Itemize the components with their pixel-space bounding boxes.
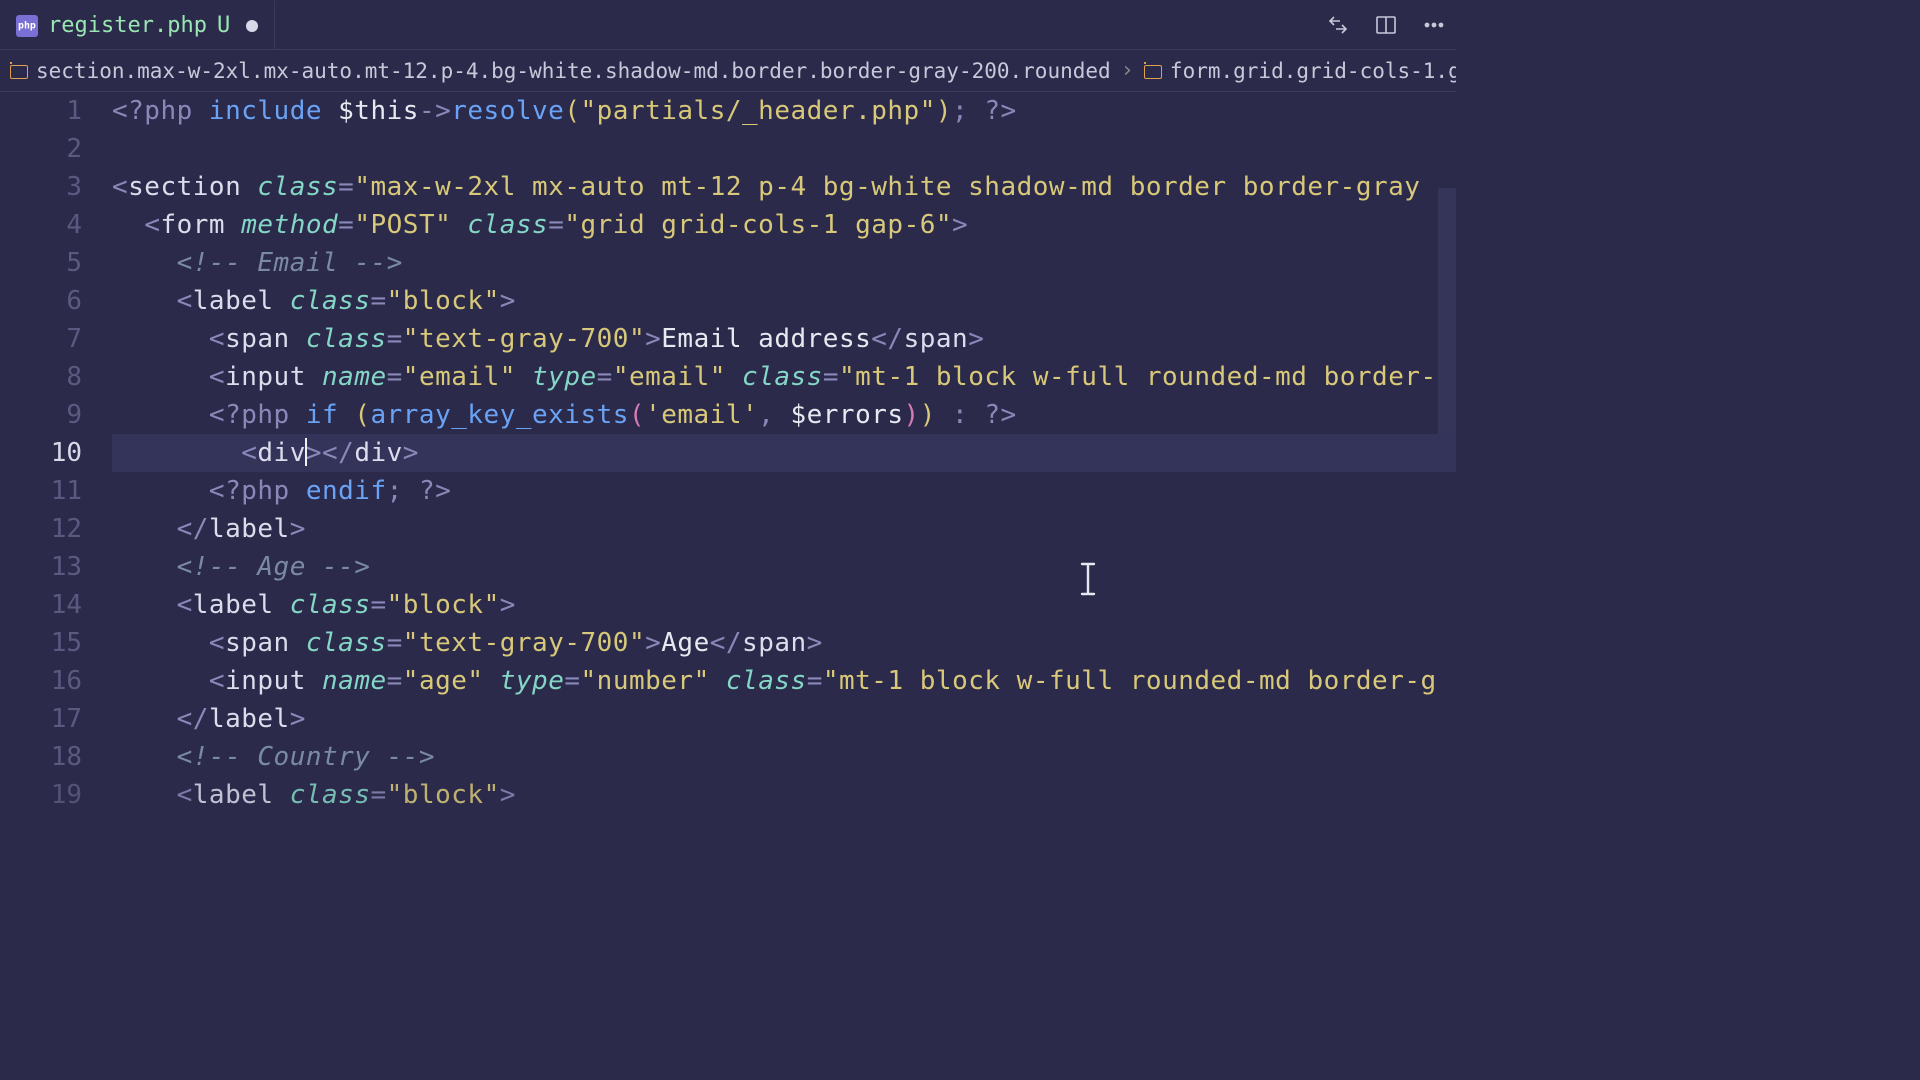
line-number: 19	[0, 780, 112, 810]
code-line[interactable]: 6 <label class="block">	[0, 282, 1456, 320]
breadcrumb-label: section.max-w-2xl.mx-auto.mt-12.p-4.bg-w…	[36, 59, 1111, 83]
line-number: 16	[0, 666, 112, 696]
line-number: 4	[0, 210, 112, 240]
line-number: 18	[0, 742, 112, 772]
title-actions	[1324, 11, 1448, 39]
line-number: 11	[0, 476, 112, 506]
breadcrumb-item[interactable]: section.max-w-2xl.mx-auto.mt-12.p-4.bg-w…	[10, 59, 1111, 83]
line-number: 12	[0, 514, 112, 544]
line-number: 13	[0, 552, 112, 582]
breadcrumb-label: form.grid.grid-cols-1.gap-6	[1170, 59, 1456, 83]
code-line[interactable]: 12 </label>	[0, 510, 1456, 548]
text-cursor	[305, 438, 307, 466]
code-line[interactable]: 19 <label class="block">	[0, 776, 1456, 814]
line-number: 1	[0, 96, 112, 126]
chevron-right-icon: ›	[1121, 58, 1134, 83]
line-number: 14	[0, 590, 112, 620]
editor-tab[interactable]: register.php U	[0, 0, 275, 49]
code-line[interactable]: 2	[0, 130, 1456, 168]
split-editor-icon[interactable]	[1372, 11, 1400, 39]
breadcrumbs[interactable]: section.max-w-2xl.mx-auto.mt-12.p-4.bg-w…	[0, 50, 1456, 92]
line-number: 2	[0, 134, 112, 164]
tab-git-status: U	[217, 13, 230, 38]
more-icon[interactable]	[1420, 11, 1448, 39]
symbol-field-icon	[1144, 62, 1162, 80]
php-file-icon	[16, 15, 38, 37]
code-line[interactable]: 9 <?php if (array_key_exists('email', $e…	[0, 396, 1456, 434]
code-line[interactable]: 14 <label class="block">	[0, 586, 1456, 624]
code-line[interactable]: 17 </label>	[0, 700, 1456, 738]
code-line[interactable]: 15 <span class="text-gray-700">Age</span…	[0, 624, 1456, 662]
unsaved-dot-icon	[246, 20, 258, 32]
breadcrumb-item[interactable]: form.grid.grid-cols-1.gap-6	[1144, 59, 1456, 83]
code-line[interactable]: 1 <?php include $this->resolve("partials…	[0, 92, 1456, 130]
code-line[interactable]: 13 <!-- Age -->	[0, 548, 1456, 586]
line-number: 8	[0, 362, 112, 392]
titlebar: register.php U	[0, 0, 1456, 50]
code-editor[interactable]: 1 <?php include $this->resolve("partials…	[0, 92, 1456, 816]
symbol-field-icon	[10, 62, 28, 80]
tab-filename: register.php	[48, 13, 207, 38]
code-line[interactable]: 7 <span class="text-gray-700">Email addr…	[0, 320, 1456, 358]
line-number: 17	[0, 704, 112, 734]
code-line[interactable]: 11 <?php endif; ?>	[0, 472, 1456, 510]
line-number: 5	[0, 248, 112, 278]
code-line[interactable]: 16 <input name="age" type="number" class…	[0, 662, 1456, 700]
line-number: 10	[0, 438, 112, 468]
line-number: 9	[0, 400, 112, 430]
code-line[interactable]: 8 <input name="email" type="email" class…	[0, 358, 1456, 396]
line-number: 6	[0, 286, 112, 316]
line-number: 7	[0, 324, 112, 354]
code-line[interactable]: 3 <section class="max-w-2xl mx-auto mt-1…	[0, 168, 1456, 206]
code-line[interactable]: 5 <!-- Email -->	[0, 244, 1456, 282]
compare-changes-icon[interactable]	[1324, 11, 1352, 39]
code-line[interactable]: 18 <!-- Country -->	[0, 738, 1456, 776]
code-line-current[interactable]: 10 <div></div>	[0, 434, 1456, 472]
line-number: 3	[0, 172, 112, 202]
line-number: 15	[0, 628, 112, 658]
code-line[interactable]: 4 <form method="POST" class="grid grid-c…	[0, 206, 1456, 244]
